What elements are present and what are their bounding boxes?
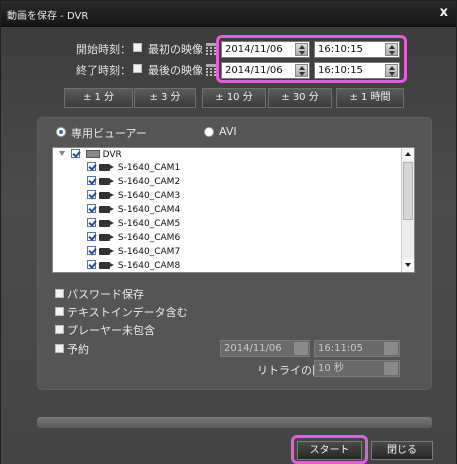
avi-format-radio[interactable] xyxy=(204,127,214,137)
camera-label: S-1640_CAM3 xyxy=(117,191,181,201)
viewer-format-label: 専用ビューアー xyxy=(71,127,147,140)
start-button[interactable]: スタート xyxy=(297,441,362,460)
tree-camera-row[interactable]: S-1640_CAM1 xyxy=(87,162,180,174)
tree-camera-row[interactable]: S-1640_CAM8 xyxy=(87,260,180,272)
camera-checkbox[interactable] xyxy=(87,260,96,269)
schedule-time-field[interactable]: 16:11:05 xyxy=(314,340,400,357)
dvr-icon xyxy=(85,150,100,158)
tree-camera-row[interactable]: S-1640_CAM7 xyxy=(87,246,180,258)
avi-format-label: AVI xyxy=(219,125,237,138)
camera-label: S-1640_CAM5 xyxy=(117,219,181,229)
camera-icon xyxy=(99,220,114,227)
tree-root-checkbox[interactable] xyxy=(70,149,80,158)
step-1hour-button[interactable]: ± 1 時間 xyxy=(336,88,404,108)
close-button[interactable]: 閉じる xyxy=(371,441,433,460)
schedule-date-dropdown-icon[interactable] xyxy=(294,342,308,355)
include-text-label: テキストインデータ含む xyxy=(67,306,188,319)
scroll-thumb[interactable] xyxy=(403,162,413,220)
camera-icon xyxy=(99,248,114,255)
camera-checkbox[interactable] xyxy=(87,162,96,171)
start-first-video-checkbox[interactable] xyxy=(133,43,142,52)
schedule-checkbox[interactable] xyxy=(55,344,64,353)
camera-icon xyxy=(99,206,114,213)
camera-icon xyxy=(99,262,114,269)
retry-interval-select[interactable]: 10 秒 xyxy=(314,360,400,377)
progress-bar xyxy=(37,417,432,428)
camera-checkbox[interactable] xyxy=(87,204,96,213)
tree-root-label: DVR xyxy=(102,150,122,160)
start-time-label: 開始時刻： xyxy=(76,43,131,56)
password-save-label: パスワード保存 xyxy=(67,288,144,301)
end-time-label: 終了時刻： xyxy=(76,64,131,77)
end-last-video-label: 最後の映像 xyxy=(148,64,203,77)
camera-checkbox[interactable] xyxy=(87,246,96,255)
camera-checkbox[interactable] xyxy=(87,232,96,241)
title-bar: 動画を保存 - DVR x xyxy=(1,1,456,27)
scroll-down-icon[interactable] xyxy=(402,259,414,272)
camera-label: S-1640_CAM7 xyxy=(117,247,181,257)
schedule-label: 予約 xyxy=(67,343,89,356)
window-title: 動画を保存 - DVR xyxy=(7,11,89,22)
camera-label: S-1640_CAM8 xyxy=(117,261,181,271)
retry-dropdown-icon[interactable] xyxy=(384,362,398,375)
scroll-up-icon[interactable] xyxy=(402,148,414,161)
schedule-date-value: 2014/11/06 xyxy=(224,343,282,354)
save-video-dialog: 動画を保存 - DVR x 開始時刻： 最初の映像 2014/11/06 16:… xyxy=(0,0,457,464)
camera-tree: DVR S-1640_CAM1 S-1640_CAM2 S-1640_CAM3 … xyxy=(52,147,415,273)
camera-checkbox[interactable] xyxy=(87,176,96,185)
password-save-checkbox[interactable] xyxy=(55,289,64,298)
camera-label: S-1640_CAM4 xyxy=(117,205,181,215)
camera-label: S-1640_CAM1 xyxy=(117,163,181,173)
no-player-label: プレーヤー未包含 xyxy=(67,324,155,337)
start-first-video-label: 最初の映像 xyxy=(148,43,203,56)
camera-checkbox[interactable] xyxy=(87,190,96,199)
camera-checkbox[interactable] xyxy=(87,218,96,227)
end-last-video-checkbox[interactable] xyxy=(133,64,142,73)
datetime-highlight xyxy=(216,35,407,83)
step-30min-button[interactable]: ± 30 分 xyxy=(268,88,332,108)
camera-label: S-1640_CAM2 xyxy=(117,177,181,187)
step-1min-button[interactable]: ± 1 分 xyxy=(64,88,133,108)
camera-icon xyxy=(99,192,114,199)
tree-camera-row[interactable]: S-1640_CAM5 xyxy=(87,218,180,230)
retry-interval-value: 10 秒 xyxy=(318,363,344,374)
camera-icon xyxy=(99,234,114,241)
camera-icon xyxy=(99,178,114,185)
tree-scrollbar[interactable] xyxy=(401,148,414,272)
tree-camera-row[interactable]: S-1640_CAM6 xyxy=(87,232,180,244)
schedule-time-spinner[interactable] xyxy=(384,342,398,355)
expand-icon[interactable] xyxy=(59,151,65,156)
camera-label: S-1640_CAM6 xyxy=(117,233,181,243)
schedule-date-field[interactable]: 2014/11/06 xyxy=(220,340,310,357)
viewer-format-radio[interactable] xyxy=(56,127,66,137)
include-text-checkbox[interactable] xyxy=(55,307,64,316)
camera-icon xyxy=(99,164,114,171)
tree-root-row[interactable]: DVR xyxy=(59,149,122,161)
tree-camera-row[interactable]: S-1640_CAM4 xyxy=(87,204,180,216)
schedule-time-value: 16:11:05 xyxy=(318,343,363,354)
step-3min-button[interactable]: ± 3 分 xyxy=(134,88,196,108)
step-10min-button[interactable]: ± 10 分 xyxy=(202,88,266,108)
tree-camera-row[interactable]: S-1640_CAM2 xyxy=(87,176,180,188)
close-icon[interactable]: x xyxy=(440,5,448,20)
tree-camera-row[interactable]: S-1640_CAM3 xyxy=(87,190,180,202)
no-player-checkbox[interactable] xyxy=(55,325,64,334)
